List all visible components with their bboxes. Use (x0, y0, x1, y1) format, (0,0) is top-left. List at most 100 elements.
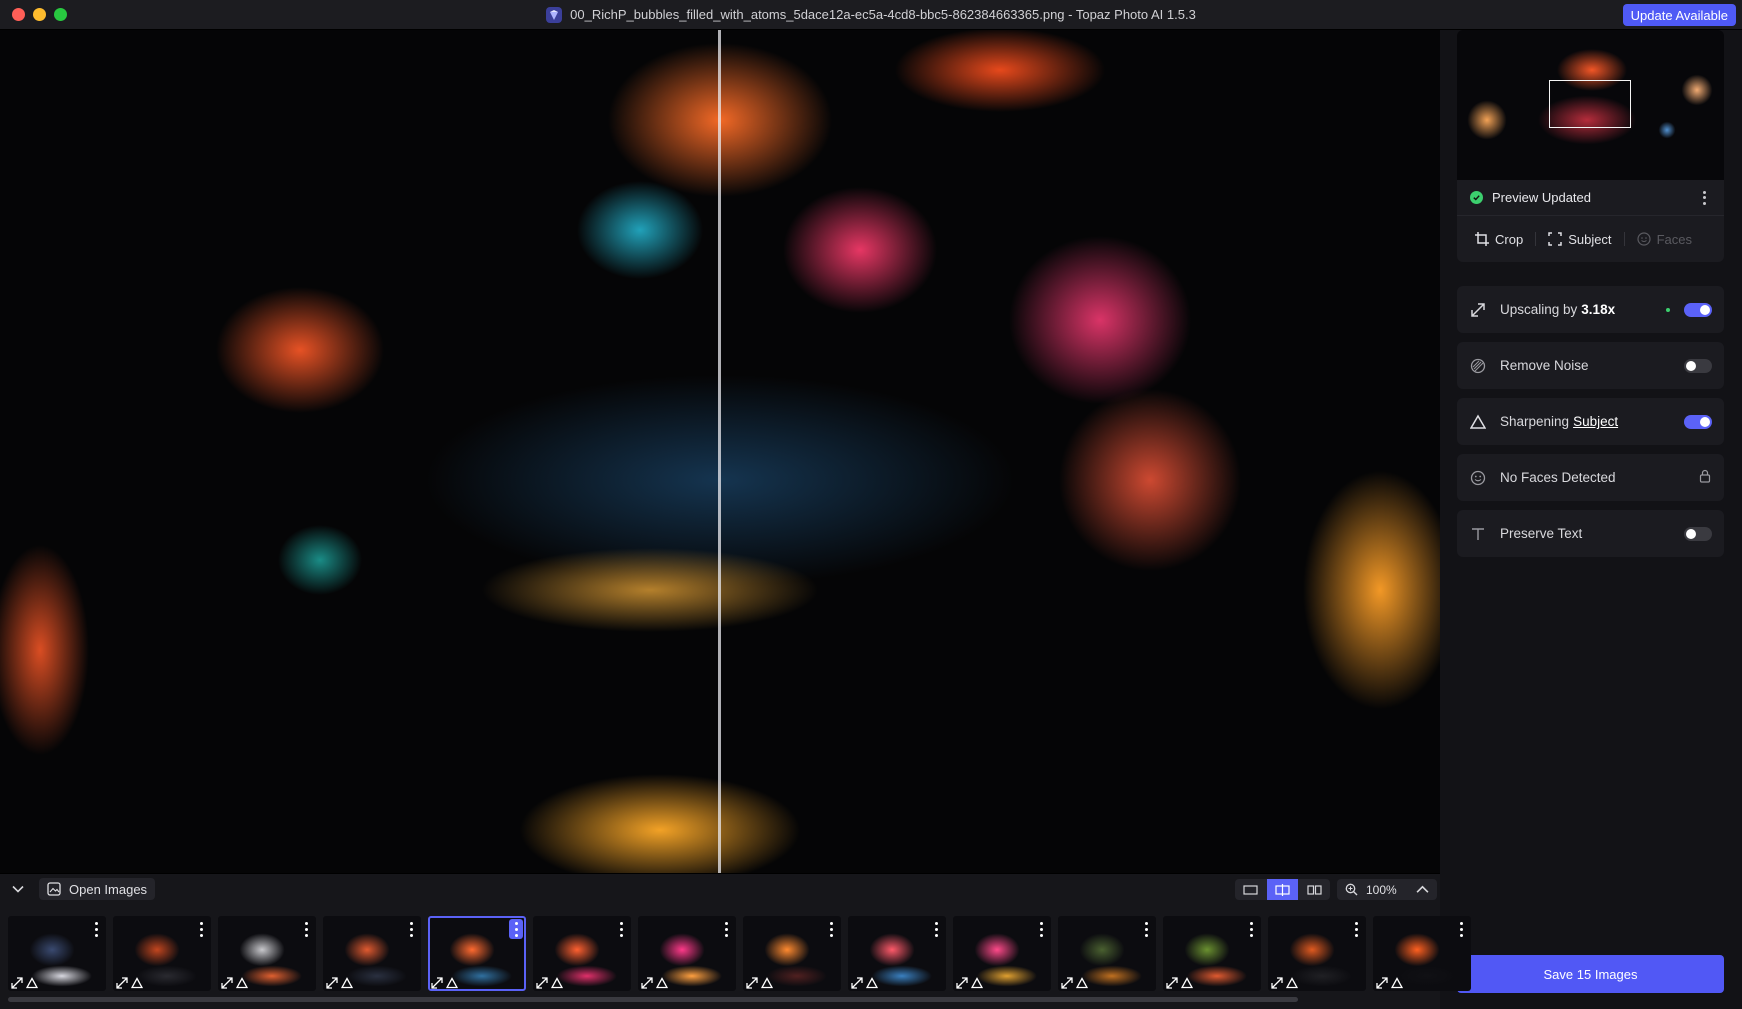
thumbnail-item[interactable] (1058, 916, 1156, 991)
thumbnail-badges (536, 977, 563, 989)
close-window-button[interactable] (12, 8, 25, 21)
face-recovery-label: No Faces Detected (1500, 470, 1616, 485)
preview-more-icon[interactable] (1697, 189, 1711, 207)
image-icon (47, 882, 61, 896)
triangle-icon (971, 977, 983, 989)
thumbnail-item[interactable] (1163, 916, 1261, 991)
expand-arrows-icon (116, 977, 128, 989)
face-recovery-panel[interactable]: No Faces Detected (1457, 454, 1724, 501)
filmstrip-toolbar: Open Images 100% (0, 874, 1440, 904)
minimize-window-button[interactable] (33, 8, 46, 21)
face-icon (1636, 232, 1651, 246)
thumbnail-more-icon[interactable] (614, 919, 628, 939)
thumbnail-badges (1166, 977, 1193, 989)
thumbnail-badges (1376, 977, 1403, 989)
upscaling-panel[interactable]: Upscaling by 3.18x (1457, 286, 1724, 333)
filmstrip-scrollbar[interactable] (8, 997, 1298, 1002)
collapse-filmstrip-button[interactable] (8, 880, 28, 898)
split-view-icon (1275, 883, 1290, 896)
thumbnail-badges (221, 977, 248, 989)
thumbnail-item[interactable] (638, 916, 736, 991)
triangle-icon (1076, 977, 1088, 989)
view-mode-group (1235, 879, 1330, 900)
expand-arrows-icon (326, 977, 338, 989)
filmstrip-area: Open Images 100% (0, 873, 1471, 1009)
sharpening-label: Sharpening Subject (1500, 414, 1684, 429)
expand-arrows-icon (641, 977, 653, 989)
expand-arrows-icon (221, 977, 233, 989)
thumbnail-more-icon[interactable] (1139, 919, 1153, 939)
image-canvas[interactable] (0, 30, 1440, 873)
sharpening-text: Sharpening (1500, 414, 1570, 429)
faces-button[interactable]: Faces (1625, 224, 1704, 254)
navigator-viewport-box[interactable] (1549, 80, 1631, 128)
sharpening-subject-link[interactable]: Subject (1573, 414, 1618, 429)
zoom-control[interactable]: 100% (1337, 879, 1437, 900)
thumbnail-more-icon[interactable] (824, 919, 838, 939)
upscaling-toggle[interactable] (1684, 302, 1712, 317)
thumbnail-item[interactable] (323, 916, 421, 991)
thumbnail-item[interactable] (1373, 916, 1471, 991)
triangle-icon (1286, 977, 1298, 989)
expand-arrows-icon (1376, 977, 1388, 989)
faces-label: Faces (1656, 231, 1692, 247)
thumbnail-more-icon[interactable] (1454, 919, 1468, 939)
thumbnail-more-icon[interactable] (1349, 919, 1363, 939)
triangle-icon (656, 977, 668, 989)
maximize-window-button[interactable] (54, 8, 67, 21)
thumbnail-item[interactable] (533, 916, 631, 991)
remove-noise-toggle[interactable] (1684, 358, 1712, 373)
smiley-icon (1469, 469, 1487, 487)
triangle-icon (341, 977, 353, 989)
thumbnail-more-icon[interactable] (719, 919, 733, 939)
expand-arrows-icon (1469, 301, 1487, 319)
triangle-icon (551, 977, 563, 989)
thumbnail-more-icon[interactable] (404, 919, 418, 939)
preview-status-row: Preview Updated (1457, 180, 1724, 216)
triangle-icon (131, 977, 143, 989)
remove-noise-panel[interactable]: Remove Noise (1457, 342, 1724, 389)
view-single-button[interactable] (1235, 879, 1266, 900)
preserve-text-toggle[interactable] (1684, 526, 1712, 541)
thumbnail-badges (116, 977, 143, 989)
preserve-text-label: Preserve Text (1500, 526, 1583, 541)
thumbnail-item[interactable] (1268, 916, 1366, 991)
crop-button[interactable]: Crop (1463, 224, 1535, 254)
thumbnail-item[interactable] (113, 916, 211, 991)
chevron-up-icon[interactable] (1416, 883, 1429, 896)
thumbnail-badges (1061, 977, 1088, 989)
zoom-level: 100% (1366, 882, 1397, 897)
thumbnail-more-icon[interactable] (194, 919, 208, 939)
expand-arrows-icon (11, 977, 23, 989)
thumbnail-item[interactable] (8, 916, 106, 991)
update-available-button[interactable]: Update Available (1622, 4, 1736, 26)
view-split-button[interactable] (1267, 879, 1298, 900)
text-t-icon (1469, 525, 1487, 543)
thumbnail-more-icon[interactable] (1244, 919, 1258, 939)
sharpening-toggle[interactable] (1684, 414, 1712, 429)
preserve-text-panel[interactable]: Preserve Text (1457, 510, 1724, 557)
navigator-preview[interactable] (1457, 30, 1724, 180)
magnifier-icon (1345, 883, 1358, 896)
thumbnail-item[interactable] (218, 916, 316, 991)
thumbnail-item[interactable] (848, 916, 946, 991)
thumbnail-more-icon[interactable] (929, 919, 943, 939)
view-side-by-side-button[interactable] (1299, 879, 1330, 900)
thumbnail-item[interactable] (743, 916, 841, 991)
compare-split-handle[interactable] (718, 30, 721, 873)
thumbnail-more-icon[interactable] (509, 919, 523, 939)
thumbnail-item[interactable] (428, 916, 526, 991)
thumbnail-more-icon[interactable] (89, 919, 103, 939)
remove-noise-label: Remove Noise (1500, 358, 1589, 373)
thumbnail-more-icon[interactable] (299, 919, 313, 939)
triangle-icon (236, 977, 248, 989)
open-images-button[interactable]: Open Images (39, 878, 156, 900)
sharpening-panel[interactable]: Sharpening Subject (1457, 398, 1724, 445)
thumbnail-item[interactable] (953, 916, 1051, 991)
save-images-button[interactable]: Save 15 Images (1457, 955, 1724, 993)
expand-arrows-icon (536, 977, 548, 989)
thumbnail-more-icon[interactable] (1034, 919, 1048, 939)
thumbnail-badges (956, 977, 983, 989)
right-sidebar: Preview Updated Crop Subject Faces Upsca… (1440, 30, 1742, 1009)
subject-button[interactable]: Subject (1536, 224, 1623, 254)
